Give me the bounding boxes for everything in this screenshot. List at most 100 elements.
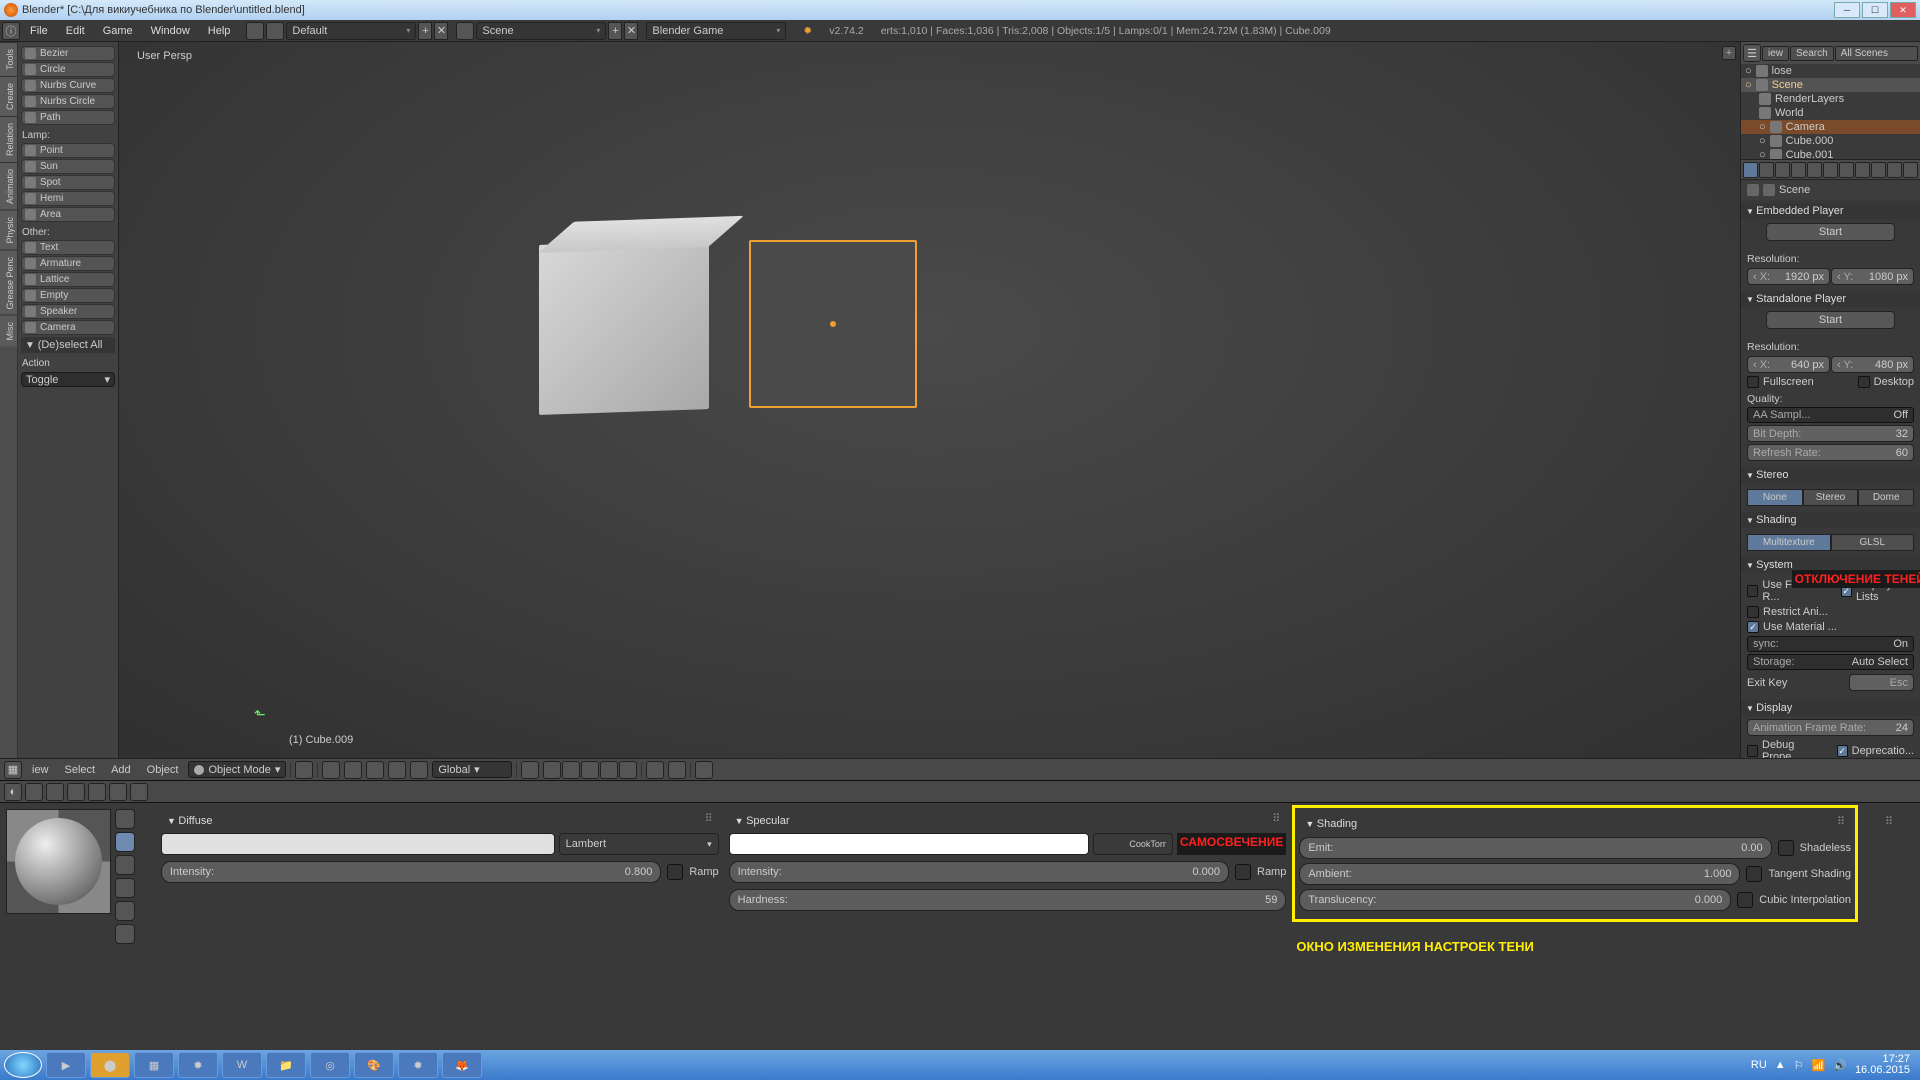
- back-to-prev-button[interactable]: [246, 22, 264, 40]
- add-path-button[interactable]: Path: [21, 110, 115, 125]
- sa-res-y-field[interactable]: ‹ Y:480 px: [1831, 356, 1914, 373]
- embedded-player-header[interactable]: Embedded Player: [1741, 203, 1920, 219]
- task-orange[interactable]: ⬤: [90, 1052, 130, 1078]
- action-dropdown[interactable]: Toggle▾: [21, 372, 115, 387]
- pin-icon[interactable]: [1747, 184, 1759, 196]
- add-point-button[interactable]: Point: [21, 143, 115, 158]
- deprec-checkbox[interactable]: [1837, 745, 1848, 757]
- menu-file[interactable]: File: [22, 25, 56, 37]
- tl-btn-5[interactable]: [109, 783, 127, 801]
- task-grid[interactable]: ▦: [134, 1052, 174, 1078]
- shading-mode-icon[interactable]: [295, 761, 313, 779]
- bitdepth-field[interactable]: Bit Depth:32: [1747, 425, 1914, 442]
- layer-2[interactable]: [562, 761, 580, 779]
- props-tab-constraints[interactable]: [1823, 162, 1838, 178]
- vh-object[interactable]: Object: [141, 764, 185, 776]
- tl-btn-2[interactable]: [46, 783, 64, 801]
- tl-btn-4[interactable]: [88, 783, 106, 801]
- outliner-editor-icon[interactable]: ☰: [1743, 44, 1761, 62]
- layer-3[interactable]: [581, 761, 599, 779]
- layers-icon[interactable]: [521, 761, 539, 779]
- task-blender-2[interactable]: ✹: [398, 1052, 438, 1078]
- diffuse-ramp-checkbox[interactable]: [667, 864, 683, 880]
- menu-window[interactable]: Window: [143, 25, 198, 37]
- use-frame-checkbox[interactable]: [1747, 585, 1758, 597]
- restrict-checkbox[interactable]: [1747, 606, 1759, 618]
- snap-type-icon[interactable]: [668, 761, 686, 779]
- render-icon[interactable]: [695, 761, 713, 779]
- display-header[interactable]: Display: [1741, 700, 1920, 716]
- pivot-icon[interactable]: [322, 761, 340, 779]
- rotate-icon[interactable]: [388, 761, 406, 779]
- res-y-field[interactable]: ‹ Y:1080 px: [1831, 268, 1914, 285]
- outliner-item[interactable]: RenderLayers: [1741, 92, 1920, 106]
- scene-browse-button[interactable]: [456, 22, 474, 40]
- preview-cube-button[interactable]: [115, 855, 135, 875]
- layout-browse-button[interactable]: [266, 22, 284, 40]
- vh-select[interactable]: Select: [59, 764, 102, 776]
- tab-relation[interactable]: Relation: [0, 116, 17, 162]
- emit-field[interactable]: Emit:0.00: [1299, 837, 1771, 859]
- preview-sphere-button[interactable]: [115, 832, 135, 852]
- refresh-field[interactable]: Refresh Rate:60: [1747, 444, 1914, 461]
- add-area-button[interactable]: Area: [21, 207, 115, 222]
- del-scene-button[interactable]: ✕: [624, 22, 638, 40]
- exit-key-field[interactable]: Esc: [1849, 674, 1914, 691]
- stereo-header[interactable]: Stereo: [1741, 467, 1920, 483]
- tl-btn-3[interactable]: [67, 783, 85, 801]
- task-paint[interactable]: 🎨: [354, 1052, 394, 1078]
- add-nurbs-curve-button[interactable]: Nurbs Curve: [21, 78, 115, 93]
- res-x-field[interactable]: ‹ X:1920 px: [1747, 268, 1830, 285]
- outliner-search[interactable]: Search: [1790, 46, 1834, 61]
- ambient-field[interactable]: Ambient:1.000: [1299, 863, 1740, 885]
- tl-btn-1[interactable]: [25, 783, 43, 801]
- scale-icon[interactable]: [410, 761, 428, 779]
- task-explorer[interactable]: 📁: [266, 1052, 306, 1078]
- cube-object-1[interactable]: [539, 239, 709, 415]
- add-speaker-button[interactable]: Speaker: [21, 304, 115, 319]
- props-tab-physics[interactable]: [1903, 162, 1918, 178]
- preview-monkey-button[interactable]: [115, 878, 135, 898]
- deselect-header[interactable]: ▼ (De)select All: [21, 337, 115, 353]
- outliner-item[interactable]: ○Cube.000: [1741, 134, 1920, 148]
- layer-5[interactable]: [619, 761, 637, 779]
- del-layout-button[interactable]: ✕: [434, 22, 448, 40]
- outliner-item[interactable]: ○Camera: [1741, 120, 1920, 134]
- hardness-field[interactable]: Hardness:59: [729, 889, 1287, 911]
- props-tab-render[interactable]: [1743, 162, 1758, 178]
- add-text-button[interactable]: Text: [21, 240, 115, 255]
- tab-physics[interactable]: Physic: [0, 210, 17, 250]
- outliner-item[interactable]: World: [1741, 106, 1920, 120]
- menu-game[interactable]: Game: [95, 25, 141, 37]
- outliner-item[interactable]: ○Cube.001: [1741, 148, 1920, 160]
- debug-checkbox[interactable]: [1747, 745, 1758, 757]
- diffuse-color-swatch[interactable]: [161, 833, 555, 855]
- manipulator-icon[interactable]: [344, 761, 362, 779]
- task-media[interactable]: ▶: [46, 1052, 86, 1078]
- props-tab-material[interactable]: [1871, 162, 1886, 178]
- editor-type-icon[interactable]: ⓘ: [2, 22, 20, 40]
- props-tab-modifiers[interactable]: [1839, 162, 1854, 178]
- add-lattice-button[interactable]: Lattice: [21, 272, 115, 287]
- storage-dropdown[interactable]: Storage:Auto Select: [1747, 654, 1914, 670]
- tray-up-icon[interactable]: ▲: [1775, 1059, 1786, 1071]
- add-empty-button[interactable]: Empty: [21, 288, 115, 303]
- orientation-dropdown[interactable]: Global▾: [432, 761, 512, 778]
- minimize-button[interactable]: ─: [1834, 2, 1860, 18]
- props-tab-object[interactable]: [1807, 162, 1822, 178]
- snap-icon[interactable]: [646, 761, 664, 779]
- add-bezier-button[interactable]: Bezier: [21, 46, 115, 61]
- shading-header[interactable]: Shading: [1741, 512, 1920, 528]
- add-armature-button[interactable]: Armature: [21, 256, 115, 271]
- fullscreen-checkbox[interactable]: [1747, 376, 1759, 388]
- 3d-viewport[interactable]: User Persp ⬑ (1) Cube.009 +: [118, 42, 1740, 758]
- task-blender[interactable]: ✹: [178, 1052, 218, 1078]
- desktop-checkbox[interactable]: [1858, 376, 1870, 388]
- task-chrome[interactable]: ◎: [310, 1052, 350, 1078]
- tab-create[interactable]: Create: [0, 76, 17, 116]
- specular-intensity-field[interactable]: Intensity:0.000: [729, 861, 1229, 883]
- shadeless-checkbox[interactable]: [1778, 840, 1794, 856]
- outliner-view[interactable]: iew: [1762, 46, 1789, 61]
- sync-dropdown[interactable]: sync:On: [1747, 636, 1914, 652]
- embedded-start-button[interactable]: Start: [1766, 223, 1895, 241]
